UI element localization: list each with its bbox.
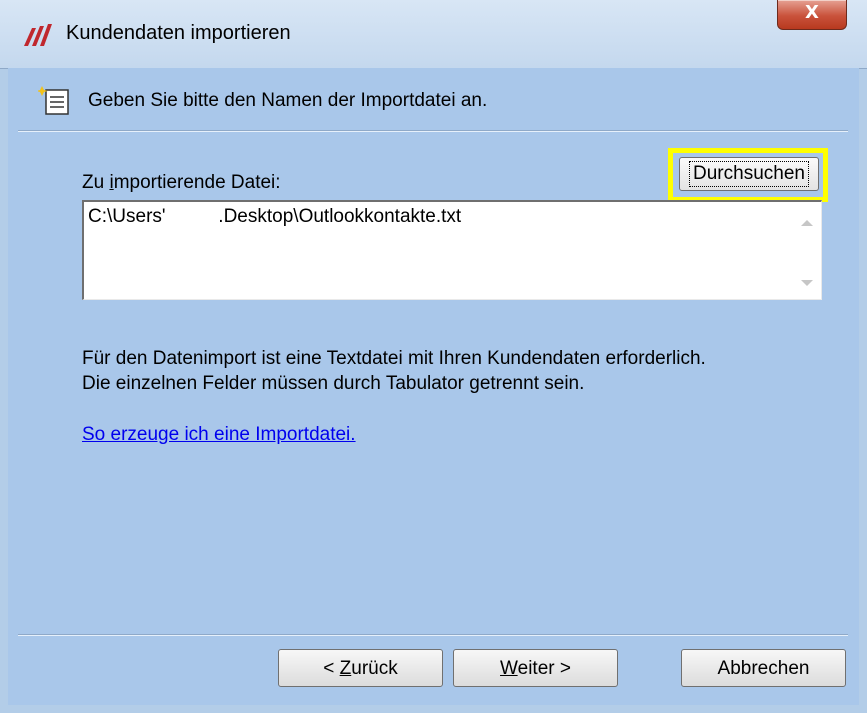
- window-title: Kundendaten importieren: [66, 22, 291, 44]
- cancel-button[interactable]: Abbrechen: [681, 649, 846, 687]
- footer-divider: [18, 634, 848, 636]
- instruction-text: Geben Sie bitte den Namen der Importdate…: [88, 90, 488, 111]
- help-link[interactable]: So erzeuge ich eine Importdatei.: [82, 424, 356, 446]
- info-text: Für den Datenimport ist eine Textdatei m…: [82, 346, 706, 396]
- import-dialog-window: Kundendaten importieren X Geben Sie bitt…: [0, 0, 867, 713]
- close-button[interactable]: X: [777, 0, 847, 30]
- file-field-label: Zu importierende Datei:: [82, 172, 281, 193]
- scroll-up-arrow-icon[interactable]: [801, 220, 813, 226]
- browse-button[interactable]: Durchsuchen: [679, 157, 819, 191]
- info-line-1: Für den Datenimport ist eine Textdatei m…: [82, 348, 706, 369]
- header-divider: [18, 130, 848, 132]
- info-line-2: Die einzelnen Felder müssen durch Tabula…: [82, 373, 585, 394]
- title-bar[interactable]: Kundendaten importieren X: [0, 0, 867, 69]
- close-icon: X: [805, 2, 819, 23]
- file-path-value: C:\Users' .Desktop\Outlookkontakte.txt: [88, 206, 462, 227]
- scroll-down-arrow-icon[interactable]: [801, 280, 813, 286]
- wizard-document-icon: [38, 86, 69, 115]
- file-path-textarea[interactable]: C:\Users' .Desktop\Outlookkontakte.txt: [82, 200, 822, 300]
- back-button[interactable]: < Zurück: [278, 649, 443, 687]
- app-logo-icon: [24, 24, 52, 46]
- dialog-content: Geben Sie bitte den Namen der Importdate…: [8, 68, 859, 705]
- browse-button-label: Durchsuchen: [689, 161, 809, 187]
- vertical-scrollbar[interactable]: [793, 202, 821, 299]
- next-button[interactable]: Weiter >: [453, 649, 618, 687]
